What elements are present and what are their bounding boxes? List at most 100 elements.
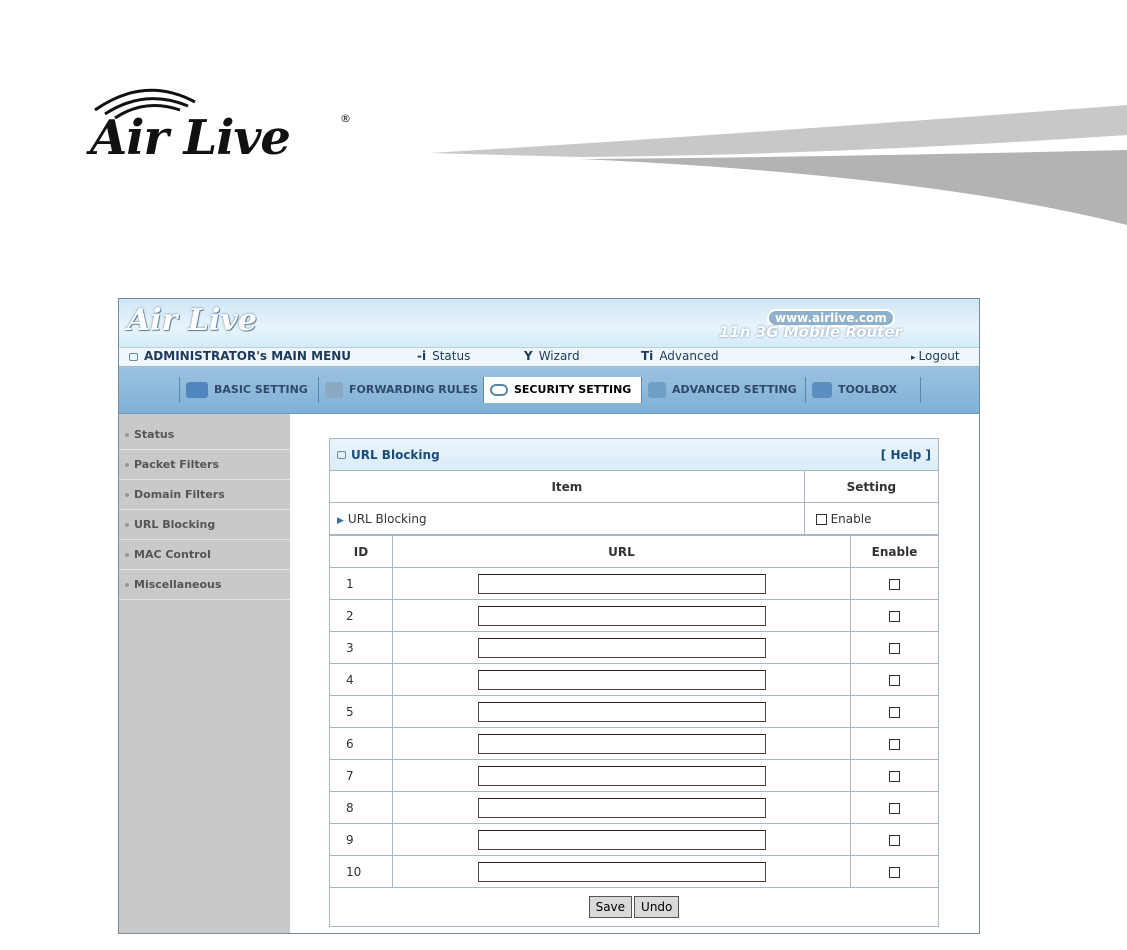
url-input[interactable] [477,701,766,722]
enable-cell [850,663,939,696]
row-enable-checkbox[interactable] [889,706,900,718]
url-input[interactable] [477,669,766,690]
button-row: Save Undo [329,887,939,927]
url-blocking-enable-checkbox[interactable] [815,513,827,525]
enable-cell [850,727,939,760]
url-cell [392,567,851,600]
row-id: 2 [329,599,393,632]
enable-row-label: URL Blocking [347,511,427,526]
url-input[interactable] [477,573,766,594]
row-enable-checkbox[interactable] [889,738,900,750]
row-id: 8 [329,791,393,824]
main-menu-bar: ADMINISTRATOR's MAIN MENU -i Status Y Wiza… [119,347,979,367]
enable-cell [850,855,939,888]
table-row: 8 [329,791,939,824]
url-input[interactable] [477,829,766,850]
decorative-swoosh [430,105,1127,225]
row-enable-checkbox[interactable] [889,834,900,846]
arrows-icon [325,382,343,398]
table-row: 10 [329,855,939,888]
panel-title-row: URL Blocking [ Help ] [329,438,939,471]
row-enable-checkbox[interactable] [889,578,900,590]
url-input[interactable] [477,605,766,626]
row-enable-checkbox[interactable] [889,642,900,654]
row-enable-checkbox[interactable] [889,674,900,686]
panel-square-icon [337,451,346,459]
wizard-link[interactable]: Y Wizard [524,349,580,363]
bullet-icon [125,523,129,527]
enable-cell [850,823,939,856]
sidebar: Status Packet Filters Domain Filters URL… [119,420,290,933]
row-enable-checkbox[interactable] [889,802,900,814]
bullet-icon [125,583,129,587]
status-link[interactable]: -i Status [417,349,470,363]
row-id: 5 [329,695,393,728]
url-cell [392,663,851,696]
advanced-icon: Ti [641,349,654,363]
sidebar-item-miscellaneous[interactable]: Miscellaneous [119,570,290,600]
arrow-right-icon: ▶ [337,515,344,526]
bullet-icon [125,433,129,437]
table-row: 2 [329,599,939,632]
col-url-header: URL [392,535,851,568]
sidebar-item-url-blocking[interactable]: URL Blocking [119,510,290,540]
url-input[interactable] [477,733,766,754]
status-icon: -i [417,349,427,363]
tab-forwarding-rules[interactable]: FORWARDING RULES [318,377,483,403]
col-item-header: Item [329,470,805,503]
bullet-icon [125,553,129,557]
table-row: 1 [329,567,939,600]
url-cell [392,695,851,728]
enable-row-setting-cell: Enable [803,502,940,535]
url-cell [392,823,851,856]
table-row: 4 [329,663,939,696]
enable-label: Enable [830,511,872,526]
main-menu-title[interactable]: ADMINISTRATOR's MAIN MENU [129,349,351,363]
menu-square-icon [129,352,138,361]
row-enable-checkbox[interactable] [889,866,900,878]
enable-cell [850,631,939,664]
url-list-table: ID URL Enable 1 2 3 4 5 6 7 8 9 10 Save U… [329,535,939,927]
url-cell [392,599,851,632]
logout-link[interactable]: ▸ Logout [911,349,960,363]
enable-cell [850,599,939,632]
router-header: Air Live www.airlive.com 11n 3G Mobile R… [119,299,979,347]
url-header-row: ID URL Enable [329,535,939,568]
save-button[interactable]: Save [588,896,633,918]
sidebar-item-mac-control[interactable]: MAC Control [119,540,290,570]
tab-security-setting[interactable]: SECURITY SETTING [483,377,641,403]
help-link[interactable]: [ Help ] [881,448,931,462]
sidebar-item-domain-filters[interactable]: Domain Filters [119,480,290,510]
row-id: 10 [329,855,393,888]
url-input[interactable] [477,797,766,818]
advanced-link[interactable]: Ti Advanced [641,349,719,363]
tab-advanced-setting[interactable]: ADVANCED SETTING [641,377,806,403]
sidebar-item-status[interactable]: Status [119,420,290,450]
tab-toolbox[interactable]: TOOLBOX [805,377,921,403]
sidebar-item-packet-filters[interactable]: Packet Filters [119,450,290,480]
undo-button[interactable]: Undo [634,896,680,918]
advanced-gear-icon [648,382,666,398]
table-row: 9 [329,823,939,856]
row-id: 3 [329,631,393,664]
page-brand: Air Live [90,110,291,166]
model-name: 11n 3G Mobile Router [719,323,902,341]
toolbox-icon [812,382,832,398]
enable-cell [850,695,939,728]
table-row: 7 [329,759,939,792]
url-input[interactable] [477,861,766,882]
url-cell [392,855,851,888]
row-enable-checkbox[interactable] [889,610,900,622]
enable-row: ▶ URL Blocking Enable [329,502,940,535]
panel-title-cell: URL Blocking [ Help ] [329,438,939,471]
url-input[interactable] [477,637,766,658]
enable-cell [850,759,939,792]
tab-basic-setting[interactable]: BASIC SETTING [179,377,319,403]
table-row: 5 [329,695,939,728]
panel-title: URL Blocking [351,447,440,462]
url-input[interactable] [477,765,766,786]
table-row: 3 [329,631,939,664]
router-logo: Air Live [127,303,257,338]
col-id-header: ID [329,535,393,568]
row-enable-checkbox[interactable] [889,770,900,782]
